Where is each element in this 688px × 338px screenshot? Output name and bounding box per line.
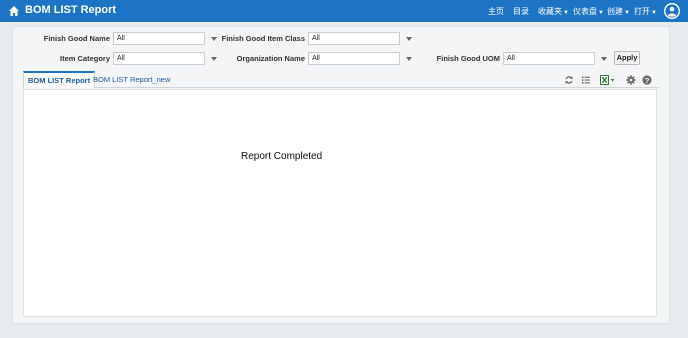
help-icon[interactable]: ?	[642, 75, 652, 85]
nav-catalog-label: 目录	[513, 7, 529, 16]
refresh-icon[interactable]	[564, 75, 574, 85]
nav-favorites-label: 收藏夹	[538, 7, 562, 16]
apply-button[interactable]: Apply	[614, 51, 640, 65]
top-bar: BOM LIST Report 主页 目录 收藏夹▼ 仪表盘▼ 创建▼ 打开▼	[0, 0, 688, 22]
finish-good-item-class-field[interactable]: All	[308, 32, 400, 45]
finish-good-name-field[interactable]: All	[113, 32, 205, 45]
nav-favorites[interactable]: 收藏夹▼	[538, 6, 569, 17]
finish-good-uom-field[interactable]: All	[503, 52, 595, 65]
tab-bom-list-report-new[interactable]: BOM LIST Report_new	[89, 71, 174, 88]
nav-open[interactable]: 打开▼	[634, 6, 657, 17]
user-avatar-icon[interactable]	[664, 3, 680, 19]
list-icon[interactable]	[581, 75, 591, 85]
finish-good-uom-label: Finish Good UOM	[436, 54, 500, 63]
nav-catalog[interactable]: 目录	[513, 6, 529, 17]
chevron-down-icon: ▼	[651, 10, 657, 16]
page-title: BOM LIST Report	[25, 4, 117, 16]
nav-home-label: 主页	[488, 7, 504, 16]
finish-good-uom-dropdown-icon[interactable]	[601, 57, 607, 61]
item-category-label: Item Category	[59, 54, 110, 63]
svg-text:?: ?	[645, 76, 650, 85]
home-icon[interactable]	[8, 5, 20, 17]
organization-name-dropdown-icon[interactable]	[406, 57, 412, 61]
organization-name-label: Organization Name	[236, 54, 305, 63]
nav-create[interactable]: 创建▼	[607, 6, 630, 17]
item-category-field[interactable]: All	[113, 52, 205, 65]
nav-home[interactable]: 主页	[488, 6, 504, 17]
finish-good-item-class-label: Finish Good Item Class	[221, 34, 305, 43]
excel-export-icon[interactable]	[600, 75, 616, 85]
chevron-down-icon: ▼	[624, 10, 630, 16]
finish-good-item-class-dropdown-icon[interactable]	[406, 37, 412, 41]
report-status-text: Report Completed	[241, 151, 323, 162]
settings-gear-icon[interactable]	[626, 75, 636, 85]
chevron-down-icon: ▼	[563, 10, 569, 16]
nav-open-label: 打开	[634, 7, 650, 16]
report-content-area: Report Completed	[23, 89, 657, 317]
nav-create-label: 创建	[607, 7, 623, 16]
chevron-down-icon: ▼	[598, 10, 604, 16]
report-panel: Finish Good Name All Finish Good Item Cl…	[12, 26, 670, 324]
organization-name-field[interactable]: All	[308, 52, 400, 65]
nav-dashboards[interactable]: 仪表盘▼	[573, 6, 604, 17]
tab-bom-list-report[interactable]: BOM LIST Report	[23, 71, 96, 88]
finish-good-name-label: Finish Good Name	[43, 34, 110, 43]
nav-dashboards-label: 仪表盘	[573, 7, 597, 16]
